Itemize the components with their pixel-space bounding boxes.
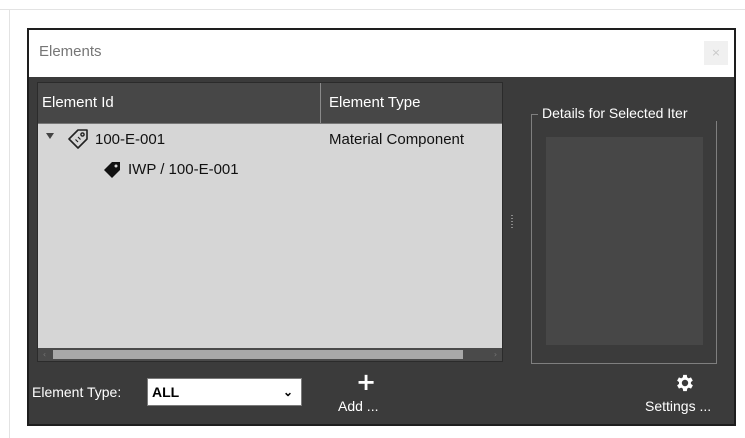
column-header-element-id[interactable]: Element Id bbox=[38, 83, 321, 123]
add-button-label: Add ... bbox=[338, 398, 379, 414]
scroll-right-icon[interactable]: › bbox=[491, 350, 500, 359]
settings-button[interactable]: Settings ... bbox=[641, 370, 736, 420]
chevron-down-icon: ⌄ bbox=[282, 385, 293, 399]
tree-row-child[interactable]: IWP / 100-E-001 bbox=[38, 155, 502, 185]
settings-button-label: Settings ... bbox=[645, 398, 712, 414]
scrollbar-thumb[interactable] bbox=[53, 350, 463, 359]
horizontal-scrollbar[interactable]: ‹ › bbox=[38, 348, 502, 361]
element-type-value: ALL bbox=[152, 384, 180, 400]
add-button[interactable]: + Add ... bbox=[335, 370, 395, 420]
plus-icon: + bbox=[356, 368, 377, 396]
element-type-select[interactable]: ALL ⌄ bbox=[147, 378, 302, 406]
element-type-label: Element Type: bbox=[32, 384, 122, 400]
elements-tree-grid[interactable]: Element Id Element Type 100-E-001 Materi… bbox=[37, 82, 503, 362]
expand-collapse-icon[interactable] bbox=[46, 133, 54, 139]
gear-icon bbox=[677, 374, 693, 392]
element-id-cell: 100-E-001 bbox=[95, 131, 166, 148]
grid-header: Element Id Element Type bbox=[38, 83, 502, 124]
page-divider-left bbox=[9, 9, 10, 438]
panel-splitter-handle[interactable] bbox=[511, 215, 513, 229]
element-id-cell: IWP / 100-E-001 bbox=[128, 161, 239, 178]
details-content-area bbox=[546, 137, 703, 345]
element-type-cell: Material Component bbox=[329, 131, 465, 148]
tag-outline-icon bbox=[66, 127, 90, 153]
tree-row[interactable]: 100-E-001 Material Component bbox=[38, 125, 502, 155]
details-legend: Details for Selected Iter bbox=[538, 105, 721, 121]
close-icon: × bbox=[711, 46, 721, 59]
elements-window: Elements × Element Id Element Type 100-E… bbox=[27, 28, 736, 426]
window-title: Elements bbox=[39, 43, 102, 60]
column-header-element-type[interactable]: Element Type bbox=[322, 83, 502, 123]
page-divider-top bbox=[0, 9, 745, 10]
scroll-left-icon[interactable]: ‹ bbox=[40, 350, 49, 359]
close-button[interactable]: × bbox=[704, 41, 728, 65]
title-bar: Elements × bbox=[29, 30, 734, 77]
tag-solid-icon bbox=[102, 160, 122, 182]
